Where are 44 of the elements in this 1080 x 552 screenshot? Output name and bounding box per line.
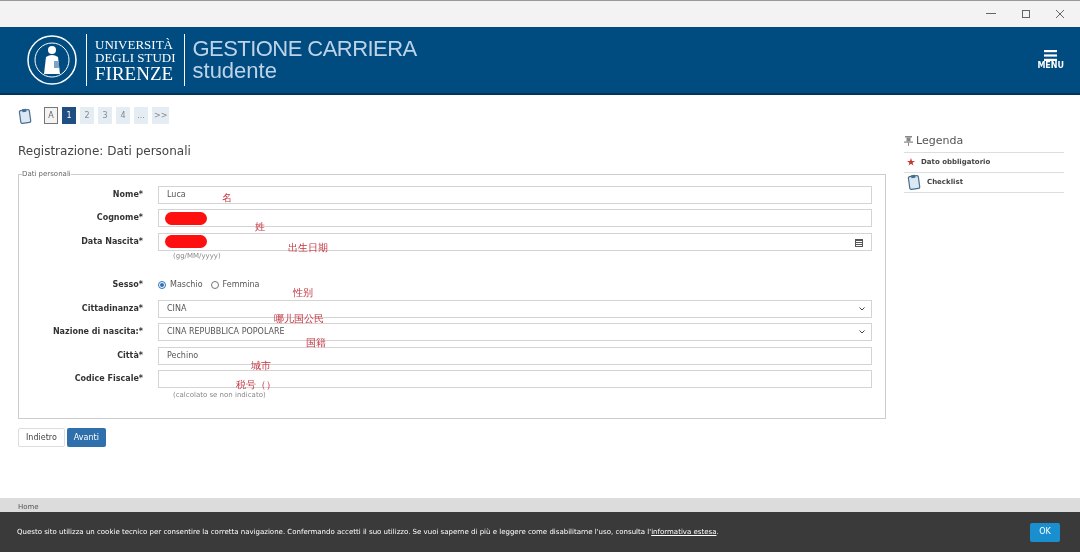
annotation-note: 名 [222,191,232,205]
legend-title: Legenda [916,133,964,149]
minimize-icon[interactable] [986,13,996,15]
university-name: DEGLI STUDI [95,50,176,64]
redaction-mark [165,235,207,248]
next-button[interactable]: Avanti [66,428,106,447]
menu-icon [1044,50,1058,61]
radio-option[interactable]: Femmina [210,281,260,289]
clipboard-icon [907,174,921,190]
field-label: Codice Fiscale* [74,374,143,383]
field-label: Nazione di nascita:* [52,327,143,336]
pin-icon [904,136,913,147]
field-label: Cognome* [96,213,143,222]
chevron-down-icon [859,330,865,334]
step-tab[interactable]: A [44,107,58,124]
app-subtitle: studente [192,60,278,82]
chevron-down-icon [859,306,865,311]
university-name: UNIVERSITÀ [95,37,174,51]
back-button[interactable]: Indietro [18,428,65,447]
menu-button[interactable]: MENU [1037,50,1064,70]
field-label: Città* [117,350,143,360]
star-icon [907,158,915,166]
redaction-mark [165,211,207,225]
annotation-note: 性别 [293,286,313,300]
annotation-note: 姓 [255,220,265,234]
text-field[interactable] [158,370,872,388]
maximize-icon[interactable] [1022,10,1030,18]
ok-button[interactable]: OK [1030,522,1060,542]
annotation-note: 出生日期 [288,241,328,255]
date-field[interactable] [158,232,872,251]
radio-option[interactable]: Maschio [158,281,203,289]
app-title: GESTIONE CARRIERA [192,38,417,60]
calendar-icon[interactable] [855,238,863,247]
page-title: Registrazione: Dati personali [18,143,192,160]
field-label: Sesso* [112,280,143,289]
field-label: Data Nascita* [81,236,143,246]
field-label: Cittadinanza* [81,303,143,313]
step-tab[interactable]: 1 [62,107,76,124]
university-name: FIRENZE [95,63,175,83]
annotation-note: 税号（） [236,378,276,392]
field-label: Nome* [112,189,143,199]
university-seal-drawing [26,34,78,86]
clipboard-icon [18,107,32,124]
close-icon[interactable] [1056,10,1064,18]
